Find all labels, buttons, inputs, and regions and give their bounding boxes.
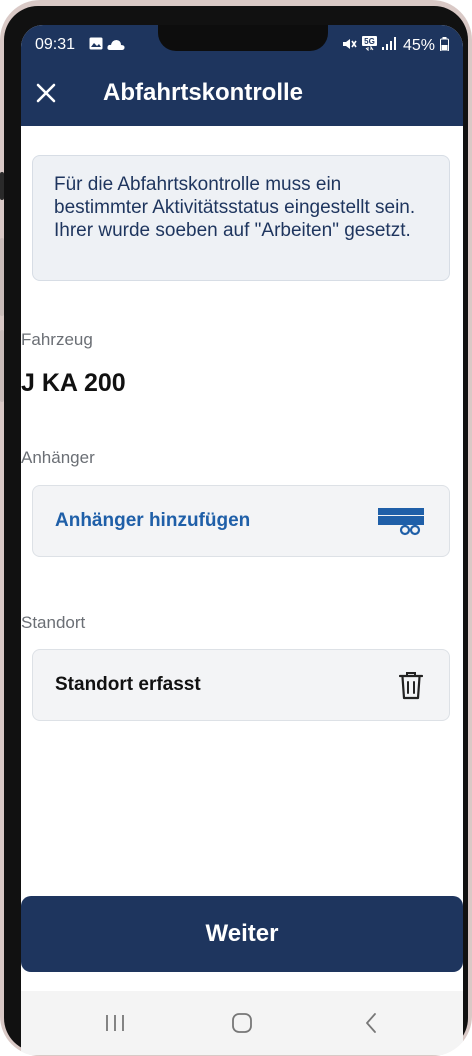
trash-icon[interactable] [398, 672, 424, 705]
trailer-label: Anhänger [21, 448, 95, 467]
info-message: Für die Abfahrtskontrolle muss ein besti… [32, 155, 450, 281]
back-icon[interactable] [351, 1007, 391, 1037]
battery-icon [440, 36, 449, 56]
vehicle-label: Fahrzeug [21, 330, 93, 349]
recent-apps-icon[interactable] [95, 1007, 135, 1037]
next-button[interactable]: Weiter [21, 896, 463, 972]
vehicle-plate: J KA 200 [21, 369, 126, 397]
battery-level: 45% [402, 37, 435, 54]
page-title: Abfahrtskontrolle [103, 79, 304, 106]
5g-icon: 5G [361, 36, 377, 56]
trailer-icon [377, 506, 425, 541]
home-icon[interactable] [222, 1007, 262, 1037]
svg-text:5G: 5G [364, 37, 375, 46]
app-header: Abfahrtskontrolle [21, 77, 463, 117]
device-frame: 09:31 5G 45% Abfahrtskontrolle Für die A… [0, 0, 472, 1056]
add-trailer-label: Anhänger hinzufügen [55, 510, 251, 531]
location-card: Standort erfasst [32, 649, 450, 721]
image-icon [89, 37, 103, 55]
close-icon[interactable] [35, 77, 61, 109]
signal-icon [381, 37, 398, 55]
status-time: 09:31 [35, 36, 76, 53]
location-label: Standort [21, 613, 86, 632]
add-trailer-button[interactable]: Anhänger hinzufügen [32, 485, 450, 557]
mute-icon [342, 37, 357, 56]
phone-screen: 09:31 5G 45% Abfahrtskontrolle Für die A… [21, 25, 463, 1055]
location-status: Standort erfasst [55, 674, 201, 695]
top-bar: 09:31 5G 45% Abfahrtskontrolle [21, 25, 463, 126]
camera-notch [158, 25, 328, 51]
cloud-icon [107, 38, 125, 56]
status-icons: 5G 45% [342, 36, 449, 56]
system-nav-bar [21, 991, 463, 1055]
